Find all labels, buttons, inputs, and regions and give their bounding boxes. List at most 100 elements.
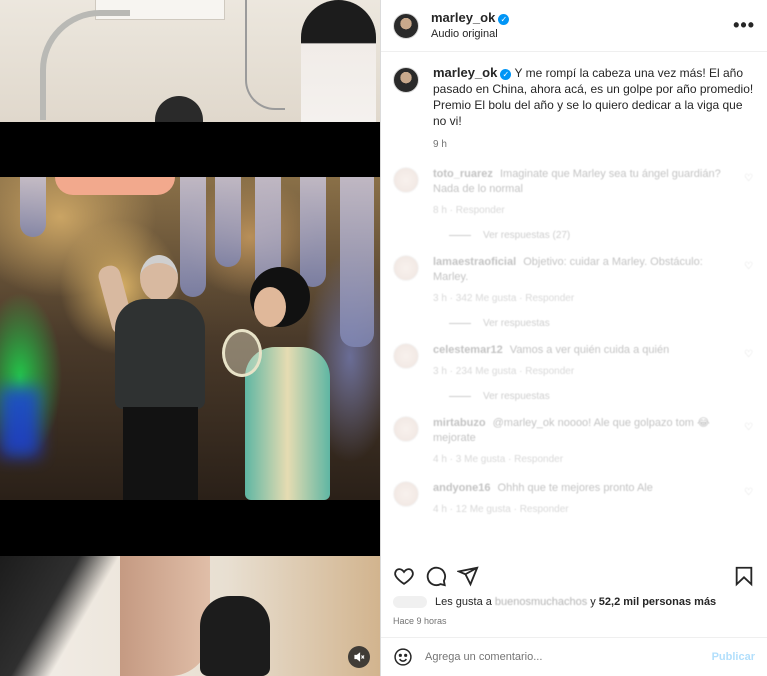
comment-meta[interactable]: 4 h · 12 Me gusta · Responder <box>433 502 733 517</box>
liker-avatars <box>393 596 427 608</box>
post-media[interactable] <box>0 0 380 676</box>
media-bottom-frame <box>0 556 380 676</box>
wire-shape <box>245 0 285 110</box>
caption-username[interactable]: marley_ok <box>433 65 497 80</box>
comment-input[interactable] <box>425 651 695 663</box>
caption-body: marley_ok ✓ Y me rompí la cabeza una vez … <box>433 65 755 153</box>
add-comment-bar: Publicar <box>381 637 767 676</box>
media-top-frame <box>0 0 380 126</box>
comment-avatar[interactable] <box>393 255 419 281</box>
comment-like-heart-icon[interactable]: ♡ <box>744 261 753 272</box>
likes-summary[interactable]: Les gusta a buenosmuchachos y 52,2 mil p… <box>393 596 716 608</box>
mute-button[interactable] <box>348 646 370 668</box>
comment-avatar[interactable] <box>393 481 419 507</box>
man-figure <box>96 255 215 500</box>
comment-item: celestemar12 Vamos a ver quién cuida a q… <box>393 343 755 379</box>
dress-shape <box>245 347 330 500</box>
comment-username[interactable]: celestemar12 <box>433 344 503 356</box>
comment-like-heart-icon[interactable]: ♡ <box>744 173 753 184</box>
caption-time[interactable]: 9 h <box>433 137 755 153</box>
head-shape <box>140 255 178 301</box>
comment-meta[interactable]: 3 h · 234 Me gusta · Responder <box>433 364 733 379</box>
torso-shape <box>115 299 205 409</box>
comment-meta[interactable]: 8 h · Responder <box>433 203 733 218</box>
dark-shape <box>0 556 130 676</box>
stalactite <box>215 177 241 267</box>
verified-badge-icon: ✓ <box>498 13 510 25</box>
emoji-smile-icon[interactable] <box>393 647 413 667</box>
shoe-shape <box>200 596 270 676</box>
comment-item: mirtabuzo @marley_ok noooo! Ale que golp… <box>393 416 755 467</box>
comment-body: lamaestraoficial Objetivo: cuidar a Marl… <box>433 255 733 306</box>
replies-divider <box>449 395 471 397</box>
view-replies-button[interactable]: Ver respuestas (27) <box>449 230 755 241</box>
comment-meta[interactable]: 3 h · 342 Me gusta · Responder <box>433 291 733 306</box>
publish-button[interactable]: Publicar <box>712 651 755 663</box>
heart-icon[interactable] <box>393 565 415 587</box>
comment-meta[interactable]: 4 h · 3 Me gusta · Responder <box>433 452 733 467</box>
comment-username[interactable]: andyone16 <box>433 482 490 494</box>
post-actions <box>381 558 767 594</box>
replies-divider <box>449 322 471 324</box>
comment-icon[interactable] <box>425 565 447 587</box>
legs-shape <box>123 407 198 500</box>
comment-item: andyone16 Ohhh que te mejores pronto Ale… <box>393 481 755 517</box>
comment-body: toto_ruarez Imaginate que Marley sea tu … <box>433 167 733 218</box>
comment-avatar[interactable] <box>393 343 419 369</box>
pink-light <box>55 177 175 195</box>
likes-prefix: Les gusta a <box>435 596 492 608</box>
likes-count[interactable]: 52,2 mil personas más <box>599 596 716 608</box>
author-username[interactable]: marley_ok <box>431 10 495 25</box>
author-info: marley_ok ✓ Audio original <box>431 10 510 42</box>
author-avatar[interactable] <box>393 12 419 39</box>
likes-conjunction: y <box>590 596 596 608</box>
hose-shape <box>40 10 130 120</box>
view-replies-button[interactable]: Ver respuestas <box>449 318 755 329</box>
stalactite <box>20 177 46 237</box>
comment-username[interactable]: toto_ruarez <box>433 168 493 180</box>
comment-body: andyone16 Ohhh que te mejores pronto Ale… <box>433 481 733 517</box>
post-caption: marley_ok ✓ Y me rompí la cabeza una vez … <box>393 65 755 153</box>
stalactite <box>340 177 374 347</box>
comment-username[interactable]: mirtabuzo <box>433 417 486 429</box>
woman-figure <box>222 267 340 500</box>
comment-text: Vamos a ver quién cuida a quién <box>509 344 670 356</box>
post-timestamp[interactable]: Hace 9 horas <box>393 616 447 626</box>
comment-body: celestemar12 Vamos a ver quién cuida a q… <box>433 343 733 379</box>
replies-divider <box>449 234 471 236</box>
fan-shape <box>222 329 262 377</box>
liker-username[interactable]: buenosmuchachos <box>495 596 587 608</box>
comment-like-heart-icon[interactable]: ♡ <box>744 349 753 360</box>
post-sidebar: marley_ok ✓ Audio original ••• marley_ok ✓… <box>380 0 767 676</box>
share-icon[interactable] <box>457 565 479 587</box>
post-header: marley_ok ✓ Audio original ••• <box>381 0 767 52</box>
view-replies-label: Ver respuestas <box>483 318 550 329</box>
comment-like-heart-icon[interactable]: ♡ <box>744 487 753 498</box>
audio-label[interactable]: Audio original <box>431 26 509 42</box>
view-replies-label: Ver respuestas (27) <box>483 230 571 241</box>
comment-avatar[interactable] <box>393 167 419 193</box>
bookmark-icon[interactable] <box>733 565 755 587</box>
person-shape <box>301 0 376 122</box>
comment-item: toto_ruarez Imaginate que Marley sea tu … <box>393 167 755 218</box>
verified-badge-icon: ✓ <box>500 69 512 80</box>
cave-video-frame <box>0 177 380 500</box>
comments-section[interactable]: marley_ok ✓ Y me rompí la cabeza una vez … <box>381 53 767 551</box>
letterbox-top <box>0 122 380 177</box>
view-replies-button[interactable]: Ver respuestas <box>449 391 755 402</box>
more-horizontal-icon: ••• <box>733 15 755 35</box>
blue-light <box>0 387 40 457</box>
view-replies-label: Ver respuestas <box>483 391 550 402</box>
letterbox-bottom <box>0 500 380 556</box>
speaker-muted-icon <box>354 652 365 662</box>
comment-text: Ohhh que te mejores pronto Ale <box>497 482 653 494</box>
comment-body: mirtabuzo @marley_ok noooo! Ale que golp… <box>433 416 733 467</box>
comment-item: lamaestraoficial Objetivo: cuidar a Marl… <box>393 255 755 306</box>
more-options-button[interactable]: ••• <box>733 15 755 36</box>
leg-shape <box>120 556 210 676</box>
caption-avatar[interactable] <box>393 67 419 93</box>
comment-avatar[interactable] <box>393 416 419 442</box>
face-shape <box>254 287 286 327</box>
comment-like-heart-icon[interactable]: ♡ <box>744 422 753 433</box>
comment-username[interactable]: lamaestraoficial <box>433 256 516 268</box>
